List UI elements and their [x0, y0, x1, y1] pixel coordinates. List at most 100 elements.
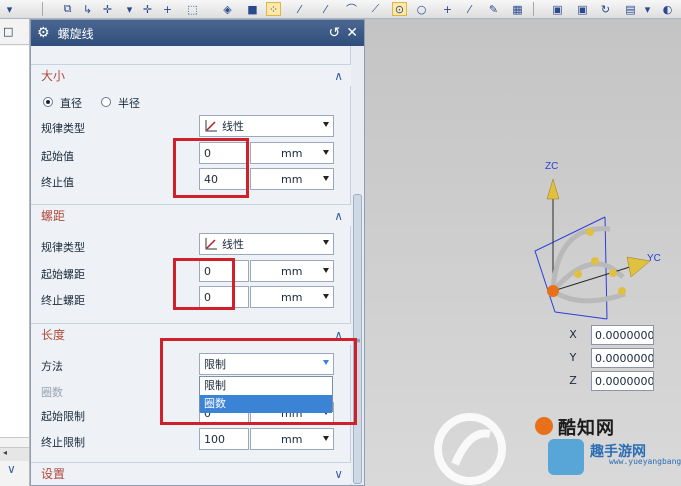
coordinate-y-input[interactable]: 0.0000000	[591, 348, 654, 368]
size-section-title: 大小	[41, 69, 66, 83]
radius-radio[interactable]	[101, 97, 111, 107]
watermark-logo-icon	[548, 439, 584, 475]
coordinate-z-label: Z	[569, 374, 577, 387]
end-value-unit-select[interactable]: mm	[250, 168, 334, 190]
line-icon[interactable]: ⁄	[292, 2, 307, 16]
crosshair-icon[interactable]: +	[440, 2, 455, 16]
dropdown-arrow-icon[interactable]: ▾	[640, 2, 655, 16]
shape-icon[interactable]: ◈	[220, 2, 235, 16]
grid-icon[interactable]: ▤	[623, 2, 638, 16]
axis-icon[interactable]: ↳	[80, 2, 95, 16]
size-section-header[interactable]: 大小 ∧	[31, 64, 351, 86]
start-pitch-unit-select[interactable]: mm	[250, 260, 334, 282]
refresh-icon[interactable]: ↻	[598, 2, 613, 16]
end-pitch-label: 终止螺距	[41, 294, 85, 307]
pitch-law-type-label: 规律类型	[41, 241, 85, 254]
unit-label: mm	[281, 264, 303, 278]
toolbar-separator	[42, 2, 43, 16]
start-pitch-label: 起始螺距	[41, 268, 85, 281]
cube-icon[interactable]: ■	[245, 2, 260, 16]
table-icon[interactable]: ▦	[510, 2, 525, 16]
watermark-url: www.yueyangbang.com	[609, 457, 681, 466]
pitch-section-header[interactable]: 螺距 ∧	[31, 204, 351, 226]
horizontal-scrollbar[interactable]: ◂	[0, 447, 29, 461]
dropdown-arrow-icon	[323, 436, 329, 441]
end-pitch-unit-select[interactable]: mm	[250, 286, 334, 308]
radius-radio-label: 半径	[118, 97, 140, 110]
coordinate-x-row: X 0.0000000	[561, 325, 654, 345]
dropdown-arrow-icon	[323, 268, 329, 273]
unit-label: mm	[281, 172, 303, 186]
linear-law-icon	[205, 120, 217, 132]
coordinate-y-label: Y	[569, 351, 577, 364]
highlight-box	[173, 258, 235, 310]
pitch-section-title: 螺距	[41, 209, 66, 223]
start-value-label: 起始值	[41, 150, 74, 163]
pitch-law-type-value: 线性	[222, 238, 244, 251]
center-point-icon[interactable]: ⊙	[392, 2, 407, 16]
zc-label: ZC	[545, 161, 558, 172]
dropdown-arrow-icon[interactable]: ▾	[2, 2, 17, 16]
circle-icon[interactable]: ○	[414, 2, 429, 16]
image-icon[interactable]: ▣	[550, 2, 565, 16]
render-icon[interactable]: ◐	[660, 2, 675, 16]
settings-section-title: 设置	[41, 467, 66, 481]
dropdown-arrow-icon[interactable]: ▾	[122, 2, 137, 16]
image-icon[interactable]: ▣	[575, 2, 590, 16]
point-icon[interactable]: ✛	[100, 2, 115, 16]
select-box-icon[interactable]: ⬚	[185, 2, 200, 16]
unit-label: mm	[281, 290, 303, 304]
size-law-type-label: 规律类型	[41, 122, 85, 135]
snap-grid-icon[interactable]: ⁘	[266, 2, 281, 16]
move-icon[interactable]: ✛	[140, 2, 155, 16]
size-law-type-value: 线性	[222, 120, 244, 133]
curve-icon[interactable]: ⟋	[368, 2, 383, 16]
copy-icon[interactable]: ⧉	[60, 2, 75, 16]
end-limit-unit-select[interactable]: mm	[250, 428, 334, 450]
chevron-down-icon[interactable]: ∨	[334, 467, 343, 481]
chevron-down-icon[interactable]: ∨	[7, 462, 16, 476]
coordinate-x-input[interactable]: 0.0000000	[591, 325, 654, 345]
toolbar-separator	[533, 2, 534, 16]
navigator-panel: □ ◂ ∨	[0, 19, 30, 486]
gear-icon[interactable]: ⚙	[37, 25, 50, 41]
start-limit-label: 起始限制	[41, 410, 85, 423]
line-icon[interactable]: ⁄	[462, 2, 477, 16]
turns-label: 圈数	[41, 386, 63, 399]
watermark-brand: 酷知网	[558, 418, 615, 439]
watermark-logo-icon	[535, 417, 553, 435]
close-icon[interactable]: ✕	[346, 25, 358, 41]
coordinate-z-input[interactable]: 0.0000000	[591, 371, 654, 391]
highlight-box	[173, 138, 249, 198]
top-toolbar: ▾ ⧉ ↳ ✛ ▾ ✛ + ⬚ ◈ ■ ⁘ ⁄ ⁄ ⌒ ⟋ ⊙ ○ + ⁄ ✎ …	[0, 0, 681, 19]
line-icon[interactable]: ⁄	[318, 2, 333, 16]
coordinate-z-row: Z 0.0000000	[561, 371, 654, 391]
method-label: 方法	[41, 360, 63, 373]
arc-icon[interactable]: ⌒	[344, 2, 359, 16]
dropdown-arrow-icon	[323, 240, 329, 245]
square-icon[interactable]: □	[3, 25, 13, 38]
add-icon[interactable]: +	[160, 2, 175, 16]
dialog-titlebar: ⚙ 螺旋线 ↺ ✕	[31, 20, 364, 46]
length-section-title: 长度	[41, 328, 66, 342]
dropdown-arrow-icon	[323, 176, 329, 181]
pitch-law-type-select[interactable]: 线性	[199, 233, 334, 255]
size-law-type-select[interactable]: 线性	[199, 115, 334, 137]
chevron-up-icon[interactable]: ∧	[334, 69, 343, 83]
dialog-title: 螺旋线	[57, 26, 94, 41]
navigator-tree[interactable]	[0, 46, 29, 438]
diameter-radio-label: 直径	[60, 97, 82, 110]
yc-label: YC	[647, 253, 661, 264]
coordinate-x-label: X	[569, 328, 577, 341]
chevron-up-icon[interactable]: ∧	[334, 209, 343, 223]
settings-section-header[interactable]: 设置 ∨	[31, 462, 351, 484]
highlight-box	[160, 338, 357, 425]
dropdown-arrow-icon	[323, 294, 329, 299]
diameter-radio[interactable]	[43, 97, 53, 107]
start-value-unit-select[interactable]: mm	[250, 142, 334, 164]
graphics-viewport[interactable]: ZC YC X 0.0000000 Y 0.0000000 Z 0.000000…	[365, 19, 681, 486]
edit-icon[interactable]: ✎	[486, 2, 501, 16]
unit-label: mm	[281, 146, 303, 160]
end-limit-input[interactable]: 100	[199, 428, 249, 450]
reset-icon[interactable]: ↺	[329, 25, 341, 41]
